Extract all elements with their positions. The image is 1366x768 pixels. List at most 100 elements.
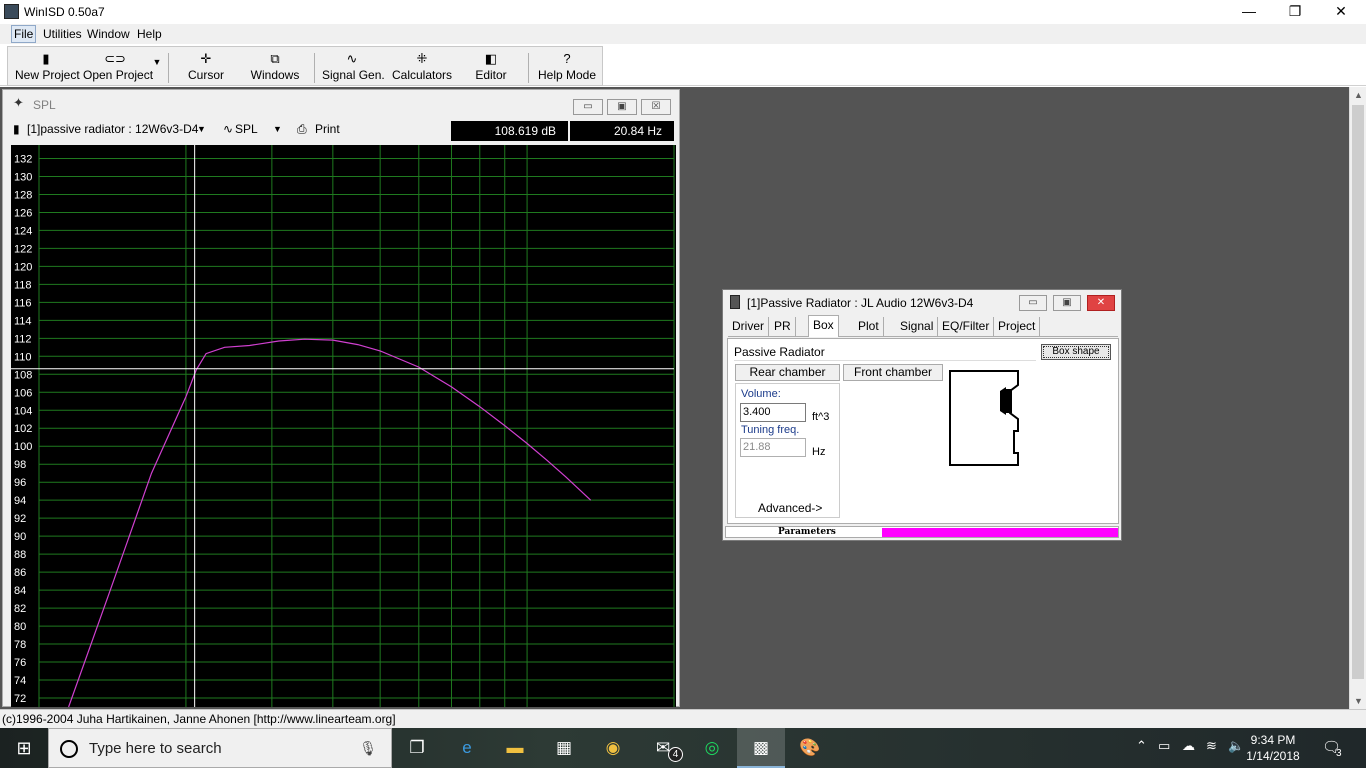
- volume-label: Volume:: [741, 388, 781, 400]
- document-icon: [730, 295, 740, 309]
- close-button[interactable]: ✕: [1318, 0, 1364, 24]
- y-tick-label: 122: [14, 243, 32, 255]
- winisd-taskbar-icon[interactable]: ▩: [737, 728, 785, 768]
- menu-window[interactable]: Window: [87, 27, 130, 41]
- sine-wave-icon: ∿: [346, 51, 358, 66]
- edge-icon[interactable]: e: [452, 734, 482, 762]
- project-select[interactable]: [1]passive radiator : 12W6v3-D4: [27, 122, 198, 136]
- pr-title-bar[interactable]: [1]Passive Radiator : JL Audio 12W6v3-D4…: [723, 290, 1121, 314]
- spl-maximize-button[interactable]: ▣: [607, 99, 637, 115]
- open-project-dropdown-icon[interactable]: ▼: [150, 57, 164, 91]
- open-project-button[interactable]: ⊂⊃ Open Project: [83, 51, 153, 85]
- y-tick-label: 78: [14, 639, 26, 651]
- spl-chart: 72 74 76 78 80 82 84 86 88 90 92 94 96 98 100 102 104 106…: [11, 145, 675, 707]
- menu-help[interactable]: Help: [137, 27, 162, 41]
- spotify-icon[interactable]: ◎: [697, 734, 727, 762]
- y-tick-label: 128: [14, 189, 32, 201]
- cortana-icon: [60, 740, 78, 758]
- windows-start-icon[interactable]: ⊞: [0, 728, 48, 768]
- hz-readout: 20.84 Hz: [570, 121, 674, 141]
- editor-button[interactable]: ◧ Editor: [474, 51, 508, 85]
- project-icon: ▮: [13, 122, 20, 136]
- question-icon: ?: [563, 51, 571, 66]
- calculators-button[interactable]: ⁜ Calculators: [392, 51, 452, 85]
- volume-input[interactable]: 3.400: [740, 403, 806, 422]
- pr-minimize-button[interactable]: ▭: [1019, 295, 1047, 311]
- tab-signal[interactable]: Signal: [896, 317, 939, 337]
- microphone-icon[interactable]: 🎙: [359, 740, 377, 757]
- menu-utilities[interactable]: Utilities: [43, 27, 82, 41]
- y-tick-label: 100: [14, 441, 32, 453]
- spl-minimize-button[interactable]: ▭: [573, 99, 603, 115]
- task-view-icon[interactable]: ❐: [402, 734, 432, 762]
- tab-box[interactable]: Box: [808, 315, 839, 337]
- scroll-thumb[interactable]: [1352, 105, 1364, 679]
- y-tick-label: 74: [14, 675, 26, 687]
- graph-select[interactable]: SPL: [235, 122, 258, 136]
- taskbar-search-box[interactable]: Type here to search 🎙: [48, 728, 392, 768]
- tab-plot[interactable]: Plot: [854, 317, 884, 337]
- signal-gen-button[interactable]: ∿ Signal Gen.: [322, 51, 385, 85]
- menu-file[interactable]: File: [11, 25, 37, 43]
- windows-button[interactable]: ⧉ Windows: [248, 51, 302, 85]
- clock[interactable]: 9:34 PM 1/14/2018: [1238, 732, 1308, 764]
- spl-title-bar[interactable]: ✦ SPL ▭ ▣ ☒: [3, 90, 679, 118]
- status-progress-bar: [882, 528, 1118, 537]
- toolbar: ▮ New Project ⊂⊃ Open Project ▼ ✛ Cursor…: [0, 44, 1366, 86]
- spl-plot[interactable]: 72 74 76 78 80 82 84 86 88 90 92 94 96 98 100 102 104 106…: [11, 145, 676, 707]
- onedrive-icon[interactable]: ☁: [1182, 738, 1195, 754]
- cursor-button[interactable]: ✛ Cursor: [181, 51, 231, 85]
- chrome-icon[interactable]: ◉: [598, 734, 628, 762]
- rear-chamber-tab[interactable]: Rear chamber: [735, 364, 840, 381]
- notification-count: 3: [1336, 748, 1342, 759]
- graph-select-chevron-icon[interactable]: ▼: [273, 124, 282, 134]
- box-type-field[interactable]: Passive Radiator: [734, 345, 1036, 361]
- tuning-unit: Hz: [812, 446, 826, 458]
- file-explorer-icon[interactable]: ▬: [500, 734, 530, 762]
- pr-maximize-button[interactable]: ▣: [1053, 295, 1081, 311]
- tab-eq-filter[interactable]: EQ/Filter: [938, 317, 995, 337]
- network-device-icon[interactable]: ▭: [1158, 738, 1170, 754]
- front-chamber-tab[interactable]: Front chamber: [843, 364, 943, 381]
- store-icon[interactable]: ▦: [549, 734, 579, 762]
- tab-pr[interactable]: PR: [770, 317, 796, 337]
- pr-title: [1]Passive Radiator : JL Audio 12W6v3-D4: [747, 296, 974, 310]
- project-select-chevron-icon[interactable]: ▼: [197, 124, 206, 134]
- search-placeholder: Type here to search: [89, 740, 222, 757]
- pr-close-button[interactable]: ✕: [1087, 295, 1115, 311]
- y-tick-label: 88: [14, 549, 26, 561]
- tab-driver[interactable]: Driver: [728, 317, 769, 337]
- scroll-down-icon[interactable]: ▼: [1350, 696, 1366, 706]
- tray-chevron-icon[interactable]: ⌃: [1136, 738, 1147, 754]
- spl-close-button[interactable]: ☒: [641, 99, 671, 115]
- print-button[interactable]: Print: [315, 122, 340, 136]
- folder-icon: ⊂⊃: [104, 51, 126, 66]
- spl-title: SPL: [33, 98, 56, 112]
- minimize-button[interactable]: —: [1226, 0, 1272, 24]
- copyright-text: (c)1996-2004 Juha Hartikainen, Janne Aho…: [2, 712, 396, 726]
- spl-response-curve: [68, 338, 592, 707]
- wifi-icon[interactable]: ≋: [1206, 738, 1217, 754]
- app-icon: [4, 4, 19, 19]
- advanced-button[interactable]: Advanced->: [758, 501, 822, 515]
- y-tick-label: 124: [14, 225, 32, 237]
- y-tick-label: 76: [14, 657, 26, 669]
- help-mode-button[interactable]: ? Help Mode: [538, 51, 596, 85]
- document-icon: ▮: [42, 51, 50, 66]
- y-tick-label: 132: [14, 153, 32, 165]
- y-tick-label: 106: [14, 387, 32, 399]
- y-tick-label: 118: [14, 279, 32, 291]
- help-mode-label: Help Mode: [538, 68, 597, 82]
- new-project-button[interactable]: ▮ New Project: [15, 51, 80, 85]
- y-tick-label: 114: [14, 315, 32, 327]
- paint-icon[interactable]: 🎨: [795, 734, 825, 762]
- mdi-vertical-scrollbar[interactable]: ▲ ▼: [1349, 87, 1366, 709]
- scroll-up-icon[interactable]: ▲: [1350, 90, 1366, 100]
- box-shape-button[interactable]: Box shape: [1041, 344, 1111, 360]
- status-label: Parameters: [778, 527, 836, 537]
- tuning-input[interactable]: 21.88: [740, 438, 806, 457]
- pr-dialog: [1]Passive Radiator : JL Audio 12W6v3-D4…: [722, 289, 1122, 541]
- tab-project[interactable]: Project: [994, 317, 1041, 337]
- restore-button[interactable]: ❐: [1272, 0, 1318, 24]
- toolbar-separator: [528, 53, 529, 83]
